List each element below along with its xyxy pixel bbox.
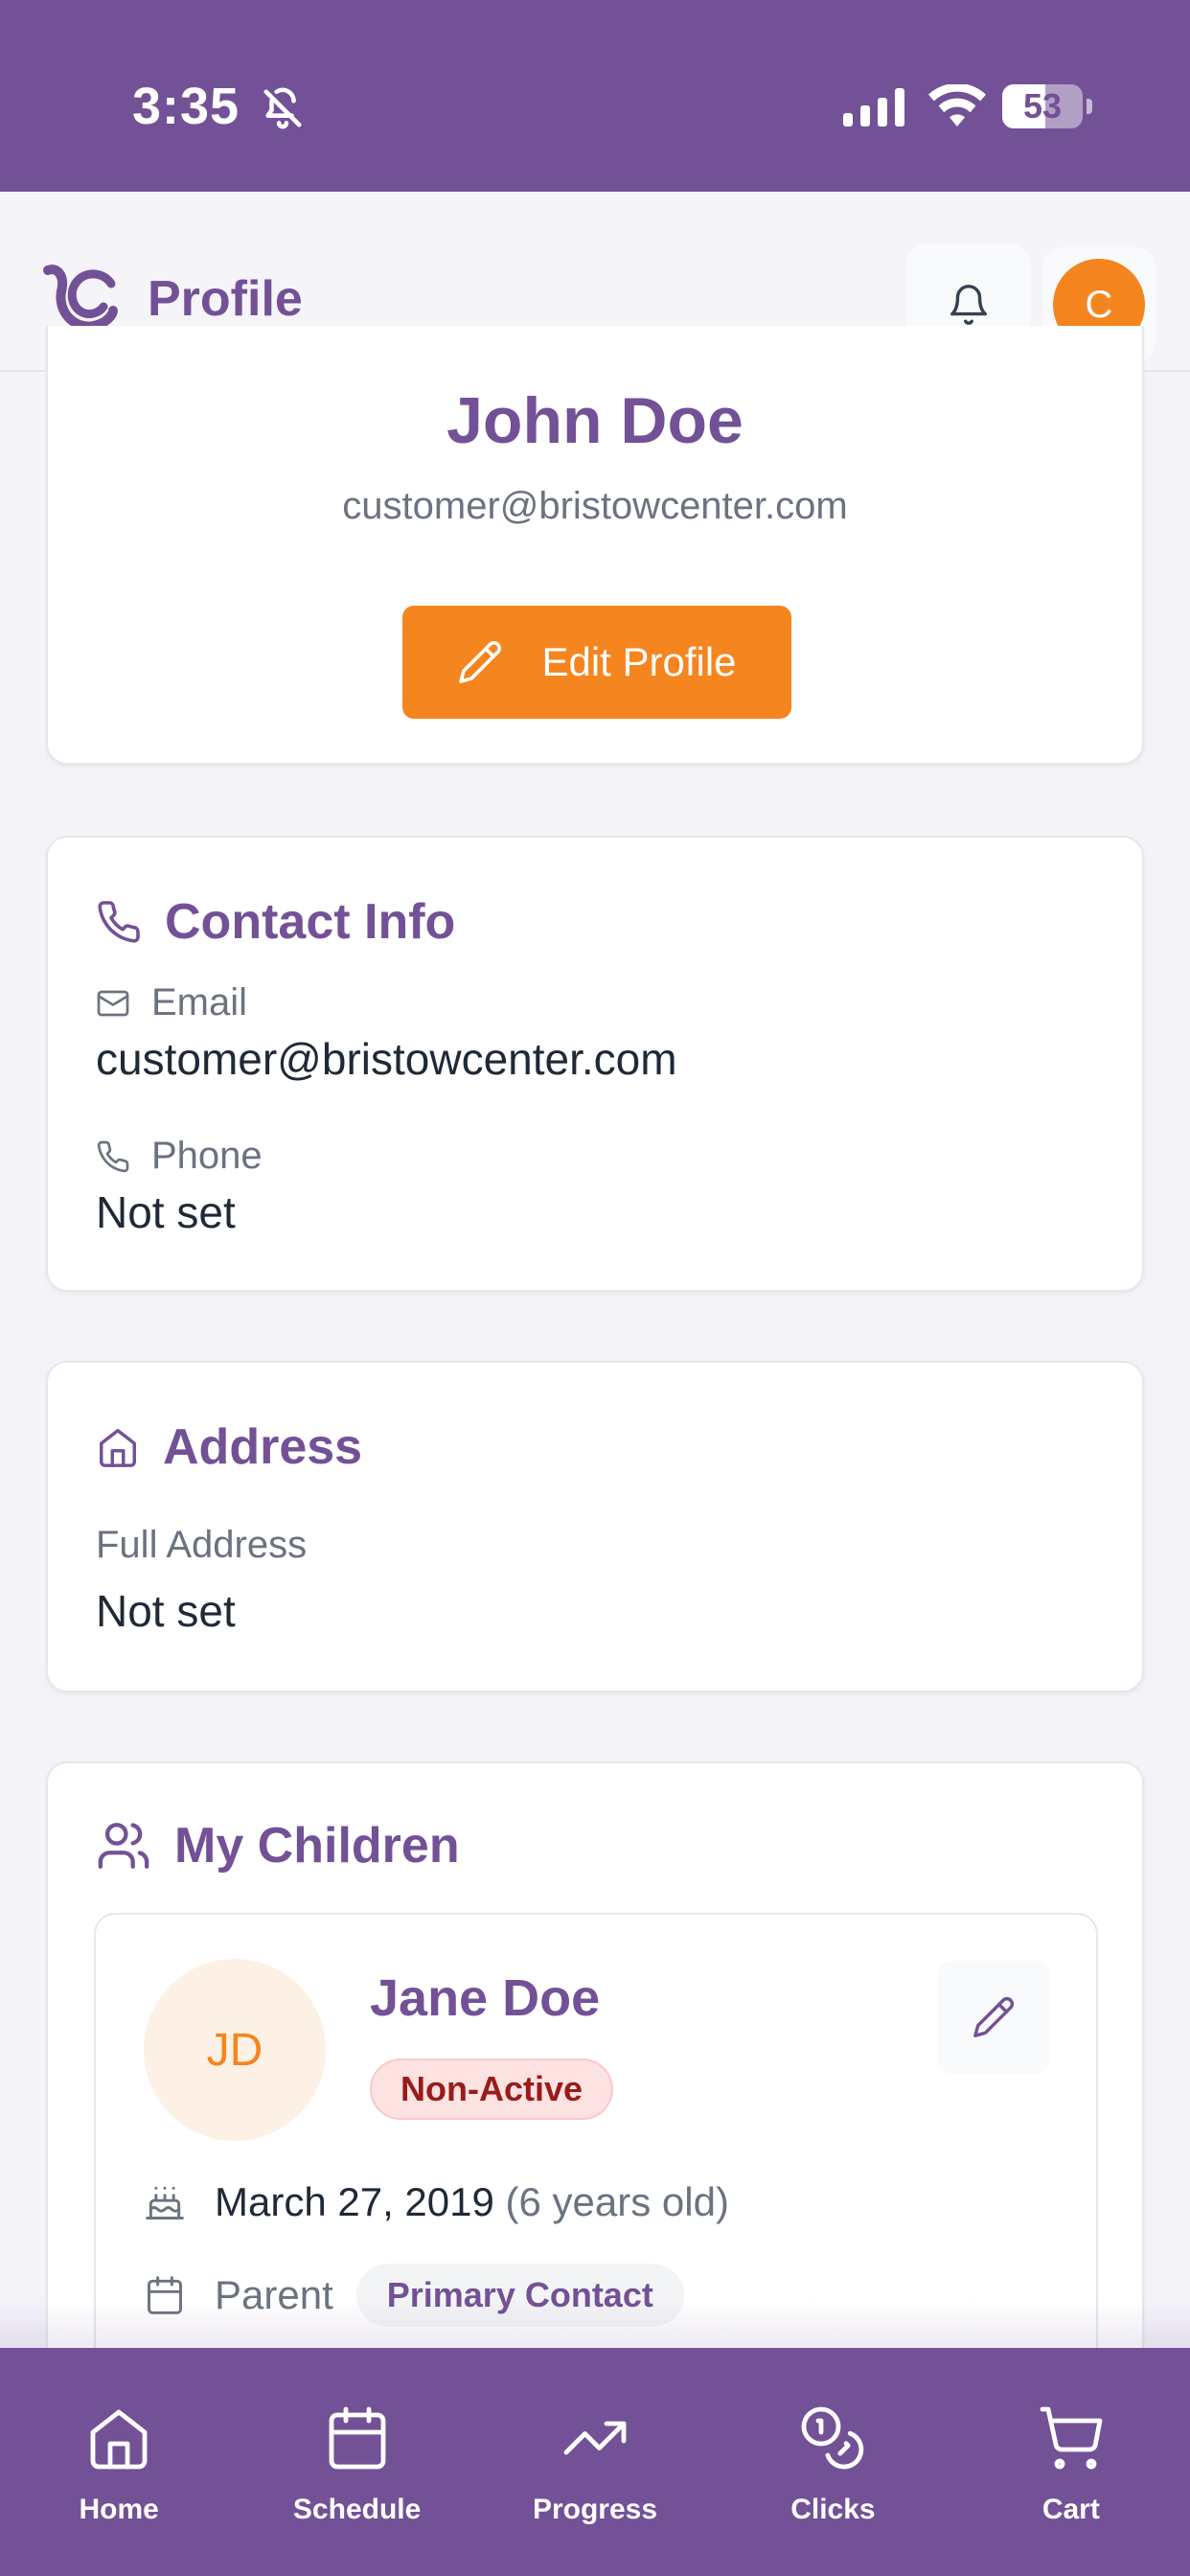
coins-icon — [802, 2406, 864, 2470]
nav-clicks[interactable]: Clicks — [714, 2348, 951, 2576]
child-birthdate: March 27, 2019 — [215, 2179, 494, 2224]
trending-up-icon — [563, 2421, 627, 2455]
profile-card: John Doe customer@bristowcenter.com Edit… — [46, 326, 1144, 765]
scroll-fade — [0, 2300, 1190, 2348]
cake-icon — [146, 2186, 184, 2220]
silent-bell-icon — [263, 87, 302, 129]
status-time: 3:35 — [132, 78, 240, 135]
child-name: Jane Doe — [370, 1969, 601, 2027]
nav-progress-label: Progress — [532, 2494, 658, 2525]
full-address-label: Full Address — [96, 1524, 308, 1566]
birthdate-row: March 27, 2019 (6 years old) — [144, 2179, 729, 2225]
home-icon — [90, 2409, 148, 2470]
profile-name: John Doe — [446, 384, 744, 457]
contact-info-heading: Contact Info — [96, 893, 455, 951]
address-heading: Address — [96, 1418, 362, 1476]
pencil-icon — [973, 1996, 1015, 2037]
nav-schedule-label: Schedule — [292, 2494, 422, 2525]
phone-icon — [97, 1140, 129, 1172]
nav-home[interactable]: Home — [0, 2348, 238, 2576]
nav-cart[interactable]: Cart — [952, 2348, 1190, 2576]
signal-icon — [843, 88, 904, 126]
bottom-nav: Home Schedule Progress Clicks Cart — [0, 2348, 1190, 2576]
children-heading: My Children — [96, 1817, 460, 1874]
phone-value: Not set — [96, 1187, 236, 1237]
wifi-icon — [928, 84, 986, 126]
battery-icon: 53 — [1002, 84, 1092, 128]
children-title: My Children — [174, 1818, 460, 1874]
nav-cart-label: Cart — [1041, 2494, 1100, 2525]
status-badge: Non-Active — [370, 2058, 614, 2120]
full-address-value: Not set — [96, 1586, 236, 1636]
email-value: customer@bristowcenter.com — [96, 1034, 677, 1084]
child-age: (6 years old) — [505, 2179, 729, 2224]
edit-child-button[interactable] — [937, 1961, 1050, 2074]
nav-clicks-label: Clicks — [790, 2494, 876, 2525]
edit-profile-label: Edit Profile — [541, 639, 737, 684]
nav-progress[interactable]: Progress — [476, 2348, 714, 2576]
phone-label: Phone — [151, 1135, 263, 1177]
calendar-icon — [329, 2406, 386, 2470]
nav-home-label: Home — [79, 2494, 159, 2525]
nav-schedule[interactable]: Schedule — [238, 2348, 475, 2576]
email-label: Email — [151, 981, 248, 1024]
mail-icon — [97, 990, 129, 1016]
profile-email: customer@bristowcenter.com — [342, 485, 848, 527]
phone-label-row: Phone — [96, 1135, 263, 1178]
address-title: Address — [163, 1419, 363, 1475]
home-icon — [100, 1429, 136, 1467]
contact-info-card: Contact Info Email customer@bristowcente… — [46, 836, 1144, 1292]
status-bar: 3:35 53 — [0, 0, 1190, 192]
battery-level: 53 — [1022, 86, 1063, 126]
phone-icon — [98, 901, 140, 943]
cart-icon — [1040, 2406, 1103, 2470]
bell-icon — [950, 285, 987, 325]
email-label-row: Email — [96, 981, 247, 1024]
contact-info-title: Contact Info — [165, 894, 456, 950]
child-avatar: JD — [144, 1959, 326, 2141]
page-title: Profile — [148, 271, 303, 327]
pencil-icon — [459, 641, 502, 683]
users-icon — [98, 1823, 149, 1869]
edit-profile-button[interactable]: Edit Profile — [402, 606, 791, 719]
address-card: Address Full Address Not set — [46, 1361, 1144, 1692]
